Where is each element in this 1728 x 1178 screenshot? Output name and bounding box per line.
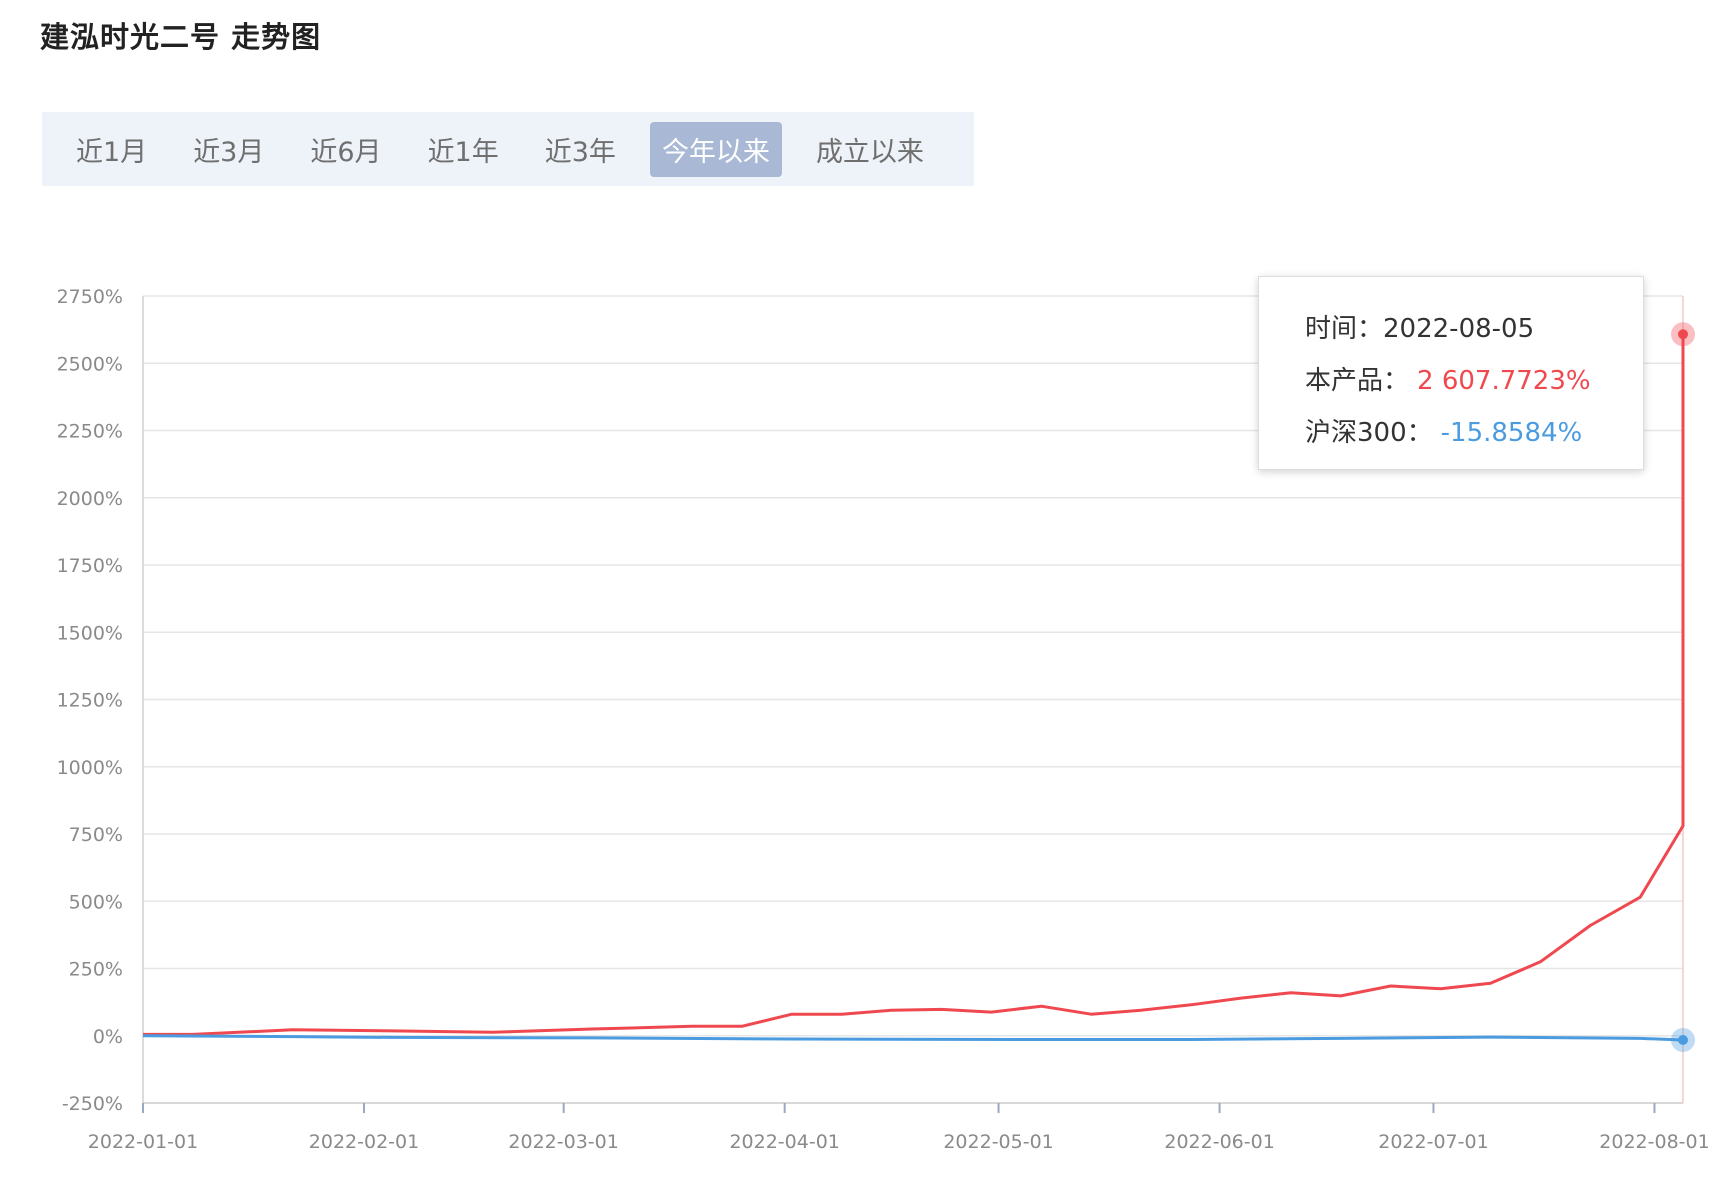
y-tick-label: 1000% <box>57 757 123 779</box>
tooltip-time-row: 时间：2022-08-05 <box>1305 309 1643 361</box>
highlight-point-index <box>1678 1035 1688 1046</box>
highlight-point-product <box>1678 329 1688 340</box>
tooltip-index-value: -15.8584% <box>1440 418 1583 448</box>
y-tick-label: 500% <box>69 891 123 913</box>
tooltip-product-row: 本产品： 2 607.7723% <box>1305 361 1643 413</box>
y-tick-label: 2250% <box>57 421 123 443</box>
y-tick-label: -250% <box>62 1093 123 1115</box>
x-tick-label: 2022-04-01 <box>729 1131 839 1153</box>
x-tick-label: 2022-02-01 <box>309 1131 419 1153</box>
x-tick-label: 2022-03-01 <box>508 1131 618 1153</box>
y-tick-label: 1750% <box>57 555 123 577</box>
tooltip-index-label: 沪深300： <box>1305 418 1433 448</box>
y-tick-label: 750% <box>69 824 123 846</box>
tooltip-product-value: 2 607.7723% <box>1417 366 1591 396</box>
y-tick-label: 2000% <box>57 488 123 510</box>
x-tick-label: 2022-01-01 <box>88 1131 198 1153</box>
x-tick-label: 2022-07-01 <box>1378 1131 1488 1153</box>
y-tick-label: 250% <box>69 959 123 981</box>
y-tick-label: 2750% <box>57 286 123 308</box>
trend-chart[interactable]: 2750% 2500% 2250% 2000% 1750% 1500% 1250% 1000%… <box>0 0 1728 1178</box>
y-tick-label: 0% <box>93 1026 123 1048</box>
tooltip-product-label: 本产品： <box>1305 366 1410 396</box>
y-tick-label: 1500% <box>57 622 123 644</box>
x-tick-label: 2022-05-01 <box>943 1131 1053 1153</box>
y-tick-label: 1250% <box>57 690 123 712</box>
y-tick-label: 2500% <box>57 353 123 375</box>
tooltip-index-row: 沪深300： -15.8584% <box>1305 413 1643 465</box>
tooltip-time-label: 时间： <box>1305 314 1384 344</box>
x-tick-label: 2022-08-01 <box>1599 1131 1709 1153</box>
x-tick-label: 2022-06-01 <box>1164 1131 1274 1153</box>
chart-tooltip: 时间：2022-08-05 本产品： 2 607.7723% 沪深300： -15.… <box>1258 276 1644 470</box>
tooltip-time-value: 2022-08-05 <box>1383 314 1535 344</box>
